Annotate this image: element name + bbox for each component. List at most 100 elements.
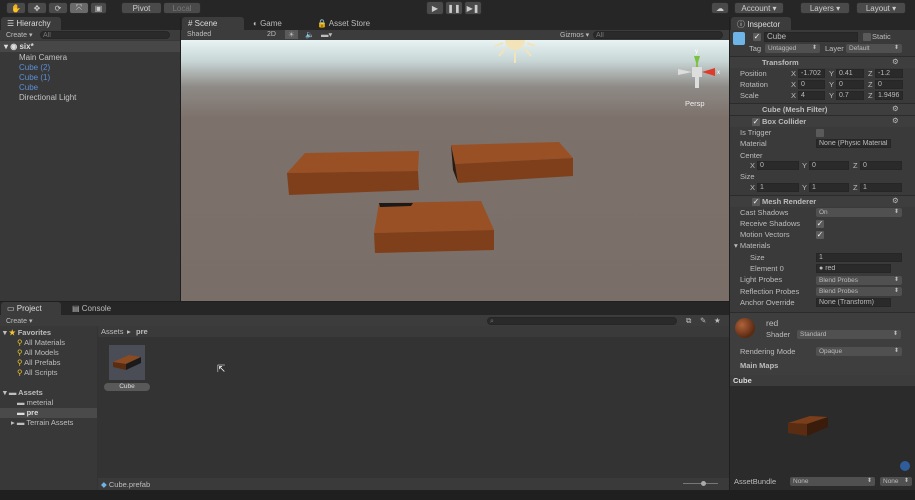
filter-by-label-icon[interactable]: ✎ xyxy=(700,316,706,325)
anchor-override-field[interactable]: None (Transform) xyxy=(816,298,891,307)
center-z[interactable]: 0 xyxy=(860,161,902,170)
shader-dropdown[interactable]: Standard xyxy=(797,330,901,339)
rotate-tool-button[interactable]: ⟳ xyxy=(48,2,68,14)
gear-icon[interactable]: ⚙ xyxy=(892,116,899,125)
folder-item[interactable]: ▬ pre xyxy=(17,408,38,417)
pause-button[interactable]: ❚❚ xyxy=(445,1,463,15)
create-dropdown[interactable]: Create ▾ xyxy=(6,31,32,39)
tab-inspector[interactable]: ⓘ Inspector xyxy=(731,17,791,30)
tab-asset-store[interactable]: 🔒 Asset Store xyxy=(311,17,391,30)
project-create-dropdown[interactable]: Create ▾ xyxy=(6,317,32,325)
box-collider-header[interactable]: ✓ Box Collider ⚙ xyxy=(730,115,915,127)
axis-gizmo-icon[interactable]: x y xyxy=(678,49,720,88)
breadcrumb-assets[interactable]: Assets xyxy=(101,327,124,336)
audio-toggle-icon[interactable]: 🔈 xyxy=(305,30,314,39)
tab-scene[interactable]: # Scene xyxy=(182,17,244,30)
size-x[interactable]: 1 xyxy=(757,183,799,192)
materials-size-field[interactable]: 1 xyxy=(816,253,902,262)
step-button[interactable]: ▶❚ xyxy=(464,1,482,15)
favorite-item[interactable]: ⚲ All Prefabs xyxy=(17,358,60,367)
scene-search-input[interactable]: All xyxy=(593,31,723,39)
cube-1[interactable] xyxy=(451,142,573,183)
favorite-item[interactable]: ⚲ All Materials xyxy=(17,338,65,347)
reflection-probes-dropdown[interactable]: Blend Probes xyxy=(816,287,902,296)
gizmos-dropdown[interactable]: Gizmos ▾ xyxy=(560,31,589,39)
light-probes-dropdown[interactable]: Blend Probes xyxy=(816,276,902,285)
layer-dropdown[interactable]: Default xyxy=(846,44,902,53)
hierarchy-item[interactable]: Directional Light xyxy=(0,92,180,103)
size-z[interactable]: 1 xyxy=(860,183,902,192)
cube[interactable] xyxy=(374,201,494,253)
2d-toggle[interactable]: 2D xyxy=(267,31,276,38)
rendering-mode-dropdown[interactable]: Opaque xyxy=(816,347,902,356)
effects-toggle-icon[interactable]: ▬▾ xyxy=(321,30,332,39)
hierarchy-search-input[interactable]: All xyxy=(40,31,170,39)
tab-console[interactable]: ▤ Console xyxy=(66,302,126,315)
size-y[interactable]: 1 xyxy=(809,183,849,192)
account-dropdown[interactable]: Account ▾ xyxy=(734,2,784,14)
scene-root[interactable]: ▾ ◉ six* xyxy=(0,41,180,52)
asset-label-icon[interactable] xyxy=(900,461,910,471)
folder-item[interactable]: ▸ ▬ Terrain Assets xyxy=(11,418,73,427)
rotation-x[interactable]: 0 xyxy=(798,80,825,89)
scale-x[interactable]: 4 xyxy=(798,91,825,100)
icon-size-slider[interactable] xyxy=(683,481,718,486)
favorite-item[interactable]: ⚲ All Models xyxy=(17,348,59,357)
tag-dropdown[interactable]: Untagged xyxy=(765,44,820,53)
box-collider-checkbox[interactable]: ✓ xyxy=(752,118,760,126)
gear-icon[interactable]: ⚙ xyxy=(892,196,899,205)
physic-material-field[interactable]: None (Physic Material xyxy=(816,139,891,148)
gear-icon[interactable]: ⚙ xyxy=(892,57,899,66)
layers-dropdown[interactable]: Layers ▾ xyxy=(800,2,850,14)
receive-shadows-checkbox[interactable]: ✓ xyxy=(816,220,824,228)
element0-field[interactable]: ● red xyxy=(816,264,891,273)
mesh-renderer-checkbox[interactable]: ✓ xyxy=(752,198,760,206)
filter-by-type-icon[interactable]: ⧉ xyxy=(686,316,691,326)
active-checkbox[interactable]: ✓ xyxy=(753,33,761,41)
rotation-y[interactable]: 0 xyxy=(836,80,864,89)
move-tool-button[interactable]: ✥ xyxy=(27,2,47,14)
position-z[interactable]: -1.2 xyxy=(875,69,903,78)
layout-dropdown[interactable]: Layout ▾ xyxy=(856,2,906,14)
assets-foldout[interactable]: ▾ ▬ Assets xyxy=(3,388,43,397)
assetbundle-variant-dropdown[interactable]: None xyxy=(880,477,912,486)
favorite-star-icon[interactable]: ★ xyxy=(714,316,721,325)
favorites-foldout[interactable]: ▾ ★ Favorites xyxy=(3,328,51,337)
motion-vectors-checkbox[interactable]: ✓ xyxy=(816,231,824,239)
mesh-renderer-header[interactable]: ✓ Mesh Renderer ⚙ xyxy=(730,195,915,207)
cube-2[interactable] xyxy=(287,151,419,195)
tab-project[interactable]: ▭ Project xyxy=(1,302,61,315)
lighting-toggle-icon[interactable]: ☀ xyxy=(285,30,298,39)
mesh-filter-header[interactable]: Cube (Mesh Filter) ⚙ xyxy=(730,103,915,115)
project-search-input[interactable]: ⌕ xyxy=(487,317,677,325)
shading-dropdown[interactable]: Shaded xyxy=(187,31,211,38)
rect-tool-button[interactable]: ▣ xyxy=(90,2,107,14)
center-y[interactable]: 0 xyxy=(809,161,849,170)
hand-tool-button[interactable]: ✋ xyxy=(6,2,26,14)
folder-item[interactable]: ▬ meterial xyxy=(17,398,53,407)
asset-cube[interactable]: Cube xyxy=(103,345,151,393)
object-name-input[interactable]: Cube xyxy=(764,32,858,42)
favorite-item[interactable]: ⚲ All Scripts xyxy=(17,368,58,377)
local-button[interactable]: Local xyxy=(163,2,201,14)
transform-header[interactable]: Transform ⚙ xyxy=(730,56,915,68)
gear-icon[interactable]: ⚙ xyxy=(892,104,899,113)
pivot-button[interactable]: Pivot xyxy=(121,2,162,14)
breadcrumb-pre[interactable]: pre xyxy=(136,327,148,336)
position-y[interactable]: 0.41 xyxy=(836,69,864,78)
play-button[interactable]: ▶ xyxy=(426,1,444,15)
tab-game[interactable]: ◐ Game xyxy=(247,17,307,30)
scale-tool-button[interactable]: ⤧ xyxy=(69,2,89,14)
scale-z[interactable]: 1.9496 xyxy=(875,91,903,100)
position-x[interactable]: -1.702 xyxy=(798,69,825,78)
assetbundle-dropdown[interactable]: None xyxy=(790,477,875,486)
tab-hierarchy[interactable]: ☰ Hierarchy xyxy=(1,17,61,30)
static-checkbox[interactable] xyxy=(863,33,871,41)
cast-shadows-dropdown[interactable]: On xyxy=(816,208,902,217)
scale-y[interactable]: 0.7 xyxy=(836,91,864,100)
cloud-button[interactable]: ☁ xyxy=(711,2,729,14)
is-trigger-checkbox[interactable] xyxy=(816,129,824,137)
persp-label[interactable]: Persp xyxy=(685,99,705,108)
center-x[interactable]: 0 xyxy=(757,161,799,170)
rotation-z[interactable]: 0 xyxy=(875,80,903,89)
